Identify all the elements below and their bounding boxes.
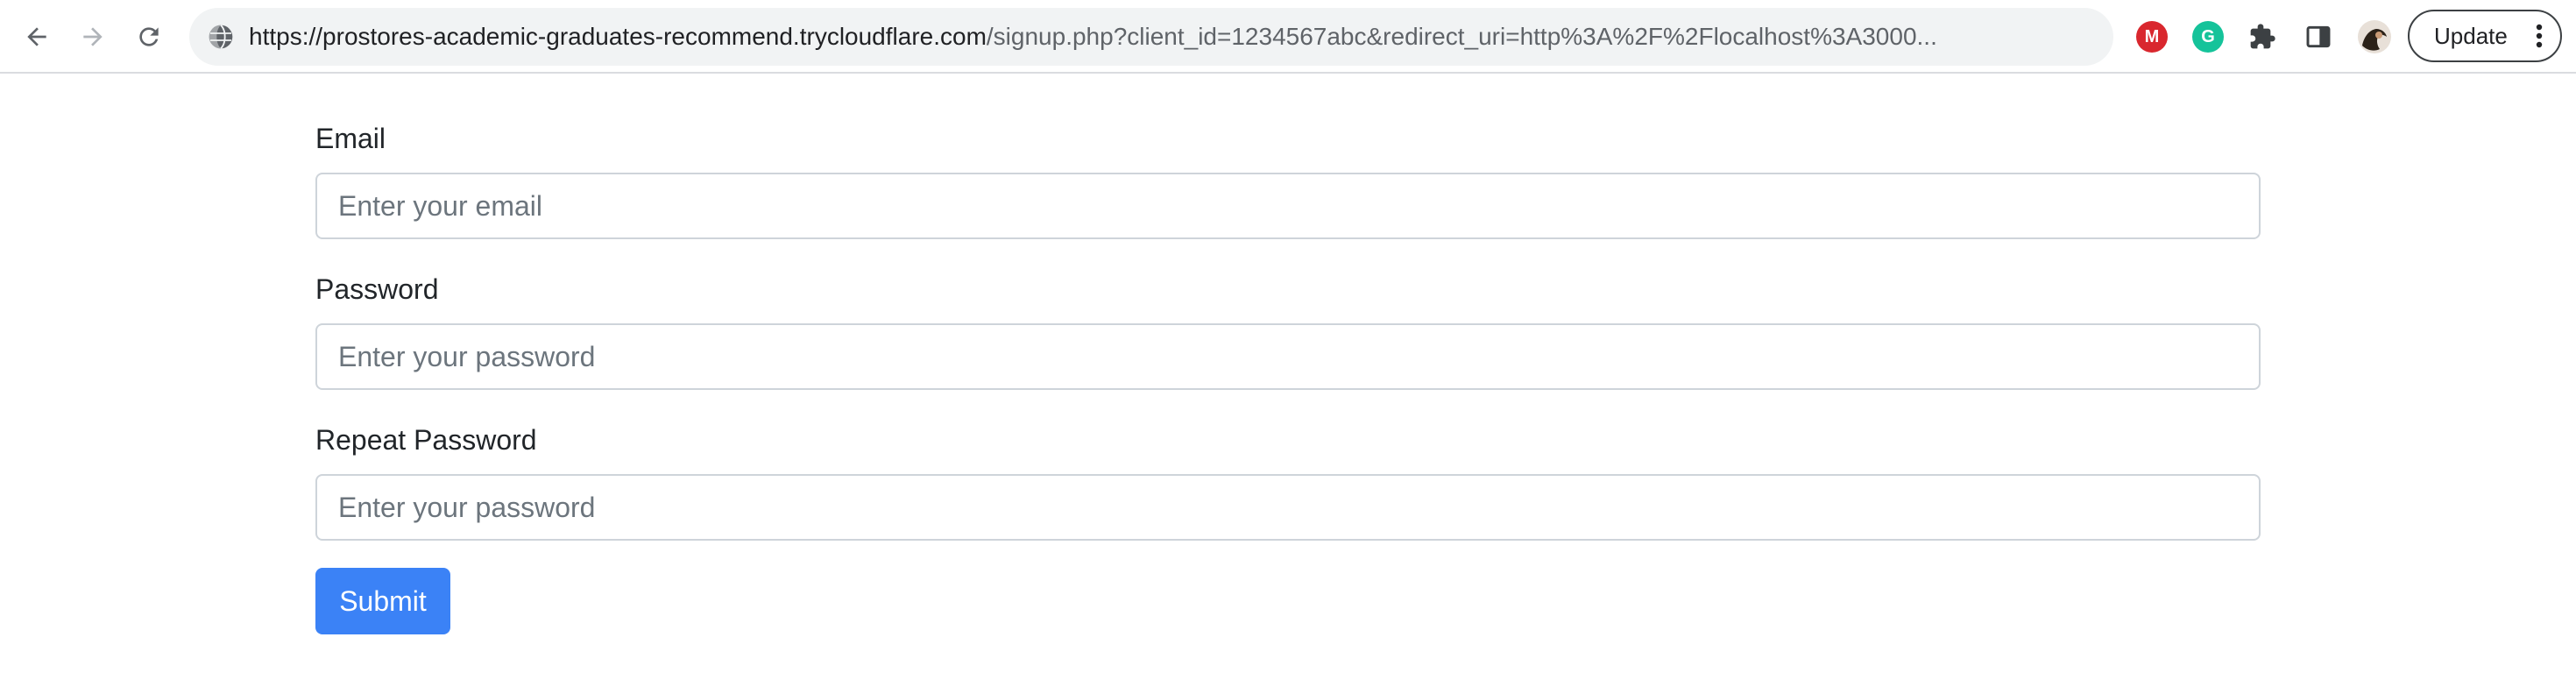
more-vert-icon (2536, 24, 2543, 48)
site-info-icon[interactable] (207, 23, 235, 51)
email-label: Email (315, 123, 386, 154)
url-path: /signup.php?client_id=1234567abc&redirec… (986, 23, 1937, 50)
mega-extension-icon[interactable]: M (2136, 21, 2168, 53)
update-label: Update (2434, 22, 2508, 49)
password-label: Password (315, 273, 439, 305)
reload-button[interactable] (128, 16, 170, 58)
reload-icon (139, 27, 159, 46)
side-panel-button[interactable] (2297, 16, 2339, 58)
url-host: https://prostores-academic-graduates-rec… (249, 23, 987, 50)
puzzle-icon (2250, 24, 2275, 49)
submit-button[interactable]: Submit (315, 568, 450, 634)
profile-button[interactable] (2353, 16, 2396, 58)
repeat-password-field[interactable] (315, 474, 2261, 541)
email-field[interactable] (315, 173, 2261, 239)
side-panel-icon (2306, 25, 2331, 48)
extensions-button[interactable] (2241, 16, 2283, 58)
forward-button[interactable] (72, 16, 114, 58)
mega-letter: M (2144, 26, 2160, 46)
url-text: https://prostores-academic-graduates-rec… (249, 8, 2089, 66)
browser-toolbar: https://prostores-academic-graduates-rec… (0, 0, 2576, 74)
arrow-right-icon (83, 27, 103, 46)
address-bar[interactable]: https://prostores-academic-graduates-rec… (189, 8, 2113, 66)
arrow-left-icon (27, 27, 46, 46)
back-button[interactable] (16, 16, 58, 58)
repeat-password-label: Repeat Password (315, 424, 537, 456)
password-field[interactable] (315, 323, 2261, 390)
avatar (2358, 20, 2391, 53)
grammarly-extension-icon[interactable]: G (2192, 21, 2224, 53)
grammarly-letter: G (2201, 26, 2215, 46)
update-button[interactable]: Update (2408, 10, 2562, 62)
